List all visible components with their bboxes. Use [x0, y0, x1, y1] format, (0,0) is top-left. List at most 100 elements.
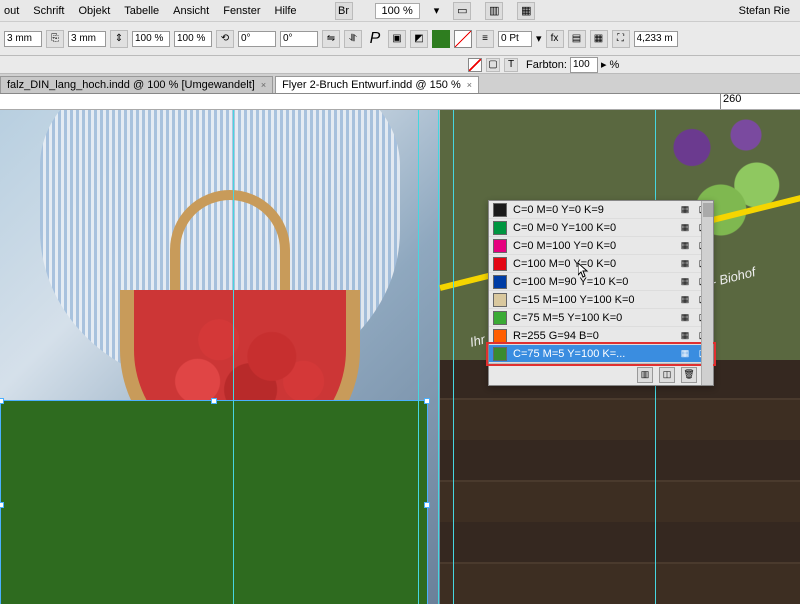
swatch-type-icon: ▦ [679, 276, 691, 288]
swatch-row[interactable]: C=100 M=90 Y=10 K=0▦◪ [489, 273, 713, 291]
control-bar-2: ▢ T Farbton: ▸ % [0, 56, 800, 74]
delete-swatch-icon[interactable]: 🗑 [681, 367, 697, 383]
y-coord-input[interactable] [68, 31, 106, 47]
close-tab-icon[interactable]: × [467, 80, 472, 90]
rotate-icon[interactable]: ⟲ [216, 30, 234, 48]
swatch-row[interactable]: C=0 M=100 Y=0 K=0▦◪ [489, 237, 713, 255]
new-swatch-icon[interactable]: ◫ [659, 367, 675, 383]
guide[interactable] [453, 110, 454, 604]
close-tab-icon[interactable]: × [261, 80, 266, 90]
zoom-level[interactable]: 100 % [375, 3, 420, 19]
x-value-input[interactable] [634, 31, 678, 47]
user-label: Stefan Rie [739, 5, 796, 17]
swatch-row[interactable]: C=15 M=100 Y=100 K=0▦◪ [489, 291, 713, 309]
swatch-type-icon: ▦ [679, 258, 691, 270]
x-coord-input[interactable] [4, 31, 42, 47]
canvas[interactable]: Ihr Hof für spezielle Waren aus der Regi… [0, 110, 800, 604]
swatch-chip [493, 257, 507, 271]
align-icon[interactable]: ▤ [568, 30, 586, 48]
flip-h-icon[interactable]: ⇋ [322, 30, 340, 48]
swatch-row[interactable]: C=0 M=0 Y=100 K=0▦◪ [489, 219, 713, 237]
resize-handle[interactable] [211, 398, 217, 404]
paragraph-icon[interactable]: P [366, 30, 384, 48]
show-kind-icon[interactable]: ▥ [637, 367, 653, 383]
swatch-name: C=0 M=0 Y=0 K=9 [513, 204, 673, 216]
none-swatch[interactable] [468, 58, 482, 72]
swatch-type-icon: ▦ [679, 348, 691, 360]
view-mode-icon[interactable]: ▭ [453, 2, 471, 20]
resize-handle[interactable] [424, 398, 430, 404]
swatch-row[interactable]: C=100 M=0 Y=0 K=0▦◪ [489, 255, 713, 273]
frame-fit-icon[interactable]: ⛶ [612, 30, 630, 48]
scrollbar[interactable] [701, 201, 713, 385]
constrain-icon[interactable]: ⇕ [110, 30, 128, 48]
menu-item[interactable]: Hilfe [275, 5, 297, 17]
swatch-chip [493, 347, 507, 361]
swatch-chip [493, 221, 507, 235]
dropdown-arrow-icon[interactable]: ▾ [536, 32, 542, 45]
swatch-row[interactable]: R=255 G=94 B=0▦◪ [489, 327, 713, 345]
arrange-icon[interactable]: ▦ [517, 2, 535, 20]
swatch-row[interactable]: C=0 M=0 Y=0 K=9▦◪ [489, 201, 713, 219]
swatch-chip [493, 275, 507, 289]
flip-v-icon[interactable]: ⥯ [344, 30, 362, 48]
menu-item[interactable]: Ansicht [173, 5, 209, 17]
farbton-input[interactable] [570, 57, 598, 73]
guide[interactable] [438, 110, 439, 604]
control-bar: ⎘ ⇕ ⟲ ⇋ ⥯ P ▣ ◩ ≡ ▾ fx ▤ ▦ ⛶ [0, 22, 800, 56]
horizontal-ruler[interactable]: 260 [0, 94, 800, 110]
swatch-name: C=0 M=0 Y=100 K=0 [513, 222, 673, 234]
guide[interactable] [418, 110, 419, 604]
swatch-chip [493, 239, 507, 253]
stroke-swatch[interactable] [454, 30, 472, 48]
guide[interactable] [233, 110, 234, 604]
menu-item[interactable]: Fenster [223, 5, 260, 17]
resize-handle[interactable] [0, 398, 4, 404]
swatch-type-icon: ▦ [679, 330, 691, 342]
rotate-input[interactable] [238, 31, 276, 47]
corner-icon[interactable]: ◩ [410, 30, 428, 48]
scale-x-input[interactable] [132, 31, 170, 47]
container-icon[interactable]: ▢ [486, 58, 500, 72]
resize-handle[interactable] [424, 502, 430, 508]
fill-swatch[interactable] [432, 30, 450, 48]
swatch-row[interactable]: C=75 M=5 Y=100 K=...▦◪ [489, 345, 713, 363]
menu-item[interactable]: Tabelle [124, 5, 159, 17]
menu-item[interactable]: Objekt [78, 5, 110, 17]
swatch-name: C=75 M=5 Y=100 K=... [513, 348, 673, 360]
bridge-icon[interactable]: Br [335, 2, 353, 20]
swatch-chip [493, 293, 507, 307]
swatch-chip [493, 203, 507, 217]
effects-icon[interactable]: fx [546, 30, 564, 48]
menu-item[interactable]: Schrift [33, 5, 64, 17]
swatch-type-icon: ▦ [679, 222, 691, 234]
farbton-label: Farbton: [526, 59, 567, 71]
document-tab[interactable]: Flyer 2-Bruch Entwurf.indd @ 150 %× [275, 76, 479, 93]
text-icon[interactable]: T [504, 58, 518, 72]
resize-handle[interactable] [0, 502, 4, 508]
swatches-footer: ▥ ◫ 🗑 [489, 363, 713, 385]
align2-icon[interactable]: ▦ [590, 30, 608, 48]
stroke-weight-icon: ≡ [476, 30, 494, 48]
screen-mode-icon[interactable]: ▥ [485, 2, 503, 20]
swatch-name: R=255 G=94 B=0 [513, 330, 673, 342]
farbton-unit: ▸ % [601, 58, 619, 71]
shear-input[interactable] [280, 31, 318, 47]
swatch-type-icon: ▦ [679, 204, 691, 216]
swatch-type-icon: ▦ [679, 294, 691, 306]
document-tab[interactable]: falz_DIN_lang_hoch.indd @ 100 % [Umgewan… [0, 76, 273, 93]
scale-y-input[interactable] [174, 31, 212, 47]
selected-rectangle[interactable] [0, 400, 428, 604]
stroke-weight-input[interactable] [498, 31, 532, 47]
menu-bar: out Schrift Objekt Tabelle Ansicht Fenst… [0, 0, 800, 22]
swatches-panel: C=0 M=0 Y=0 K=9▦◪C=0 M=0 Y=100 K=0▦◪C=0 … [488, 200, 714, 386]
menu-item[interactable]: out [4, 5, 19, 17]
swatch-name: C=100 M=0 Y=0 K=0 [513, 258, 673, 270]
dropdown-arrow-icon[interactable]: ▾ [434, 4, 440, 17]
text-wrap-icon[interactable]: ▣ [388, 30, 406, 48]
document-tabs: falz_DIN_lang_hoch.indd @ 100 % [Umgewan… [0, 74, 800, 94]
link-icon[interactable]: ⎘ [46, 30, 64, 48]
swatch-row[interactable]: C=75 M=5 Y=100 K=0▦◪ [489, 309, 713, 327]
swatch-name: C=15 M=100 Y=100 K=0 [513, 294, 673, 306]
swatch-type-icon: ▦ [679, 240, 691, 252]
